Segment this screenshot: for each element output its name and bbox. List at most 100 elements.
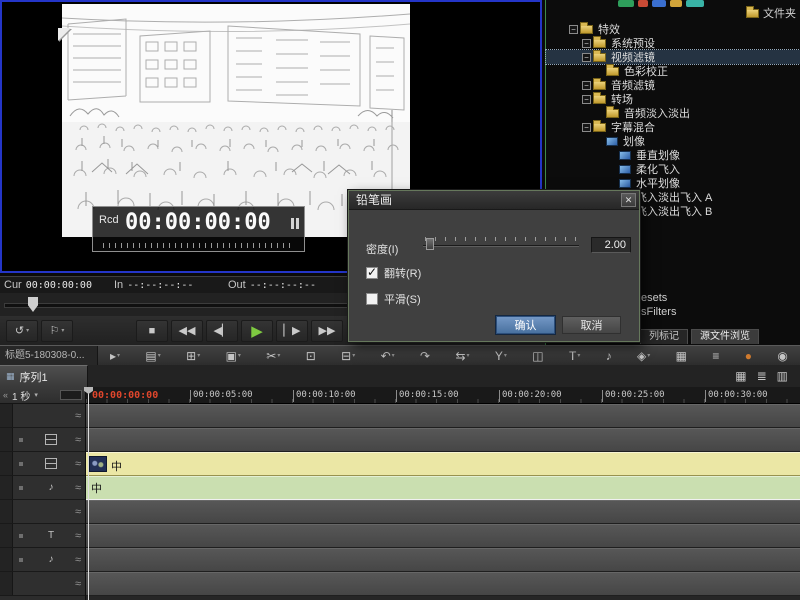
slider-track[interactable]	[423, 245, 579, 247]
track-header[interactable]: T ≈	[0, 524, 85, 548]
timeline-track[interactable]	[86, 500, 800, 524]
cut-icon[interactable]: ✂▾	[266, 349, 280, 363]
track-select-strip[interactable]	[0, 500, 13, 523]
track-select-strip[interactable]	[0, 548, 13, 571]
track-header[interactable]: ♪ ≈	[0, 476, 85, 500]
effects-tree-item[interactable]: − 特效	[546, 22, 800, 36]
track-header[interactable]: ≈	[0, 500, 85, 524]
copy-icon[interactable]: ⊡	[306, 349, 316, 363]
track-header[interactable]: ≈	[0, 428, 85, 452]
voiceover-icon[interactable]: ♪	[606, 349, 612, 363]
tree-expand-icon[interactable]: −	[582, 95, 591, 104]
track-select-strip[interactable]	[0, 404, 13, 427]
snap-grid-icon[interactable]: ▦	[676, 349, 687, 363]
timeline-track[interactable]	[86, 524, 800, 548]
sync-mode-icon[interactable]: ⇆▾	[455, 349, 469, 363]
flip-checkbox[interactable]	[366, 267, 378, 279]
effects-tree-item[interactable]: − 水平划像	[546, 176, 800, 190]
track-header[interactable]: ♪ ≈	[0, 548, 85, 572]
effects-tree-item[interactable]: − 音频淡入淡出	[546, 106, 800, 120]
track-expand-icon[interactable]: ≈	[75, 530, 81, 542]
track-header[interactable]: ≈	[0, 404, 85, 428]
track-select-strip[interactable]	[0, 476, 13, 499]
density-slider[interactable]	[421, 236, 581, 252]
dialog-close-button[interactable]: ✕	[621, 193, 636, 207]
track-mute-dot[interactable]	[19, 438, 23, 442]
loop-play-button[interactable]: ↺▾	[6, 320, 38, 342]
tree-expand-icon[interactable]: −	[582, 123, 591, 132]
effects-tree-item[interactable]: − 音频滤镜	[546, 78, 800, 92]
dual-pane-icon[interactable]: ▥	[777, 369, 788, 383]
record-icon[interactable]: ●	[745, 349, 752, 363]
timeline-track[interactable]	[86, 572, 800, 596]
sequence-tab[interactable]: ▦序列1	[0, 365, 88, 387]
track-mute-dot[interactable]	[19, 558, 23, 562]
add-clip-icon[interactable]: ⊞▾	[186, 349, 200, 363]
timeline-playhead[interactable]	[88, 387, 89, 600]
clipped-tree-item[interactable]: sFilters	[641, 306, 676, 318]
flip-checkbox-row[interactable]: 翻转(R)	[366, 265, 421, 281]
split-clip-icon[interactable]: Y▾	[495, 349, 507, 363]
cancel-button[interactable]: 取消	[562, 316, 621, 334]
smooth-checkbox[interactable]	[366, 293, 378, 305]
effects-tree-item[interactable]: − 字幕混合	[546, 120, 800, 134]
tree-expand-icon[interactable]: −	[582, 53, 591, 62]
track-expand-icon[interactable]: ≈	[75, 410, 81, 422]
undo-icon[interactable]: ↶▾	[381, 349, 395, 363]
marker-icon[interactable]: ◈▾	[637, 349, 650, 363]
timeline-track[interactable]	[86, 548, 800, 572]
track-mixer-icon[interactable]: ≣	[757, 369, 767, 383]
track-select-strip[interactable]	[0, 572, 13, 595]
clipped-tree-item[interactable]: esets	[641, 292, 667, 304]
dialog-titlebar[interactable]: 铅笔画 ✕	[349, 191, 639, 210]
effects-tree-item[interactable]: − 色彩校正	[546, 64, 800, 78]
track-header[interactable]: ≈	[0, 572, 85, 596]
track-mute-dot[interactable]	[19, 462, 23, 466]
timeline-scale-selector[interactable]: « 1 秒 ▾	[0, 387, 85, 404]
seek-playhead[interactable]	[28, 297, 38, 312]
stop-button[interactable]: ■	[136, 320, 168, 342]
timeline-track[interactable]	[86, 428, 800, 452]
timeline-ruler[interactable]: 00:00:00:00 00:00:05:0000:00:10:0000:00:…	[86, 387, 800, 404]
bin-icon[interactable]: ▤▾	[145, 349, 160, 363]
redo-icon[interactable]: ↷	[420, 349, 430, 363]
previous-frame-button[interactable]: ◀▏	[206, 320, 238, 342]
track-expand-icon[interactable]: ≈	[75, 458, 81, 470]
density-value-box[interactable]: 2.00	[591, 237, 631, 253]
rewind-button[interactable]: ◀◀	[171, 320, 203, 342]
title-sequence-tab[interactable]: 标题5-180308-0...	[0, 346, 98, 365]
effects-tree-item[interactable]: − 划像	[546, 134, 800, 148]
effects-tree-item[interactable]: − 系统预设	[546, 36, 800, 50]
smooth-checkbox-row[interactable]: 平滑(S)	[366, 291, 421, 307]
track-mute-dot[interactable]	[19, 486, 23, 490]
play-button[interactable]: ▶	[241, 320, 273, 342]
title-tool-icon[interactable]: T▾	[569, 349, 580, 363]
effects-tree-item[interactable]: − 视频滤镜	[546, 50, 800, 64]
audio-mixer-icon[interactable]: ≡	[712, 349, 719, 363]
confirm-button[interactable]: 确认	[496, 316, 555, 334]
next-frame-button[interactable]: ▏▶	[276, 320, 308, 342]
set-marker-button[interactable]: ⚐▾	[41, 320, 73, 342]
track-expand-icon[interactable]: ≈	[75, 578, 81, 590]
insert-overwrite-icon[interactable]: ◫	[532, 349, 543, 363]
density-slider-handle[interactable]	[426, 238, 434, 250]
paste-icon[interactable]: ⊟▾	[341, 349, 355, 363]
track-select-strip[interactable]	[0, 452, 13, 475]
track-select-strip[interactable]	[0, 524, 13, 547]
effects-tree-item[interactable]: − 柔化飞入	[546, 162, 800, 176]
tree-expand-icon[interactable]: −	[569, 25, 578, 34]
timeline-track[interactable]	[86, 404, 800, 428]
track-expand-icon[interactable]: ≈	[75, 482, 81, 494]
timeline-track[interactable]: 中	[86, 476, 800, 500]
save-icon[interactable]: ▣▾	[226, 349, 241, 363]
tree-expand-icon[interactable]: −	[582, 81, 591, 90]
track-expand-icon[interactable]: ≈	[75, 506, 81, 518]
tab-sequence-marker[interactable]: 列标记	[640, 329, 688, 344]
track-expand-icon[interactable]: ≈	[75, 554, 81, 566]
tree-expand-icon[interactable]: −	[582, 39, 591, 48]
cursor-tool-icon[interactable]: ▸▾	[110, 349, 120, 363]
track-select-strip[interactable]	[0, 428, 13, 451]
timeline-track[interactable]: 中	[86, 452, 800, 476]
effects-tree-item[interactable]: − 垂直划像	[546, 148, 800, 162]
info-icon[interactable]: ◉	[777, 349, 787, 363]
